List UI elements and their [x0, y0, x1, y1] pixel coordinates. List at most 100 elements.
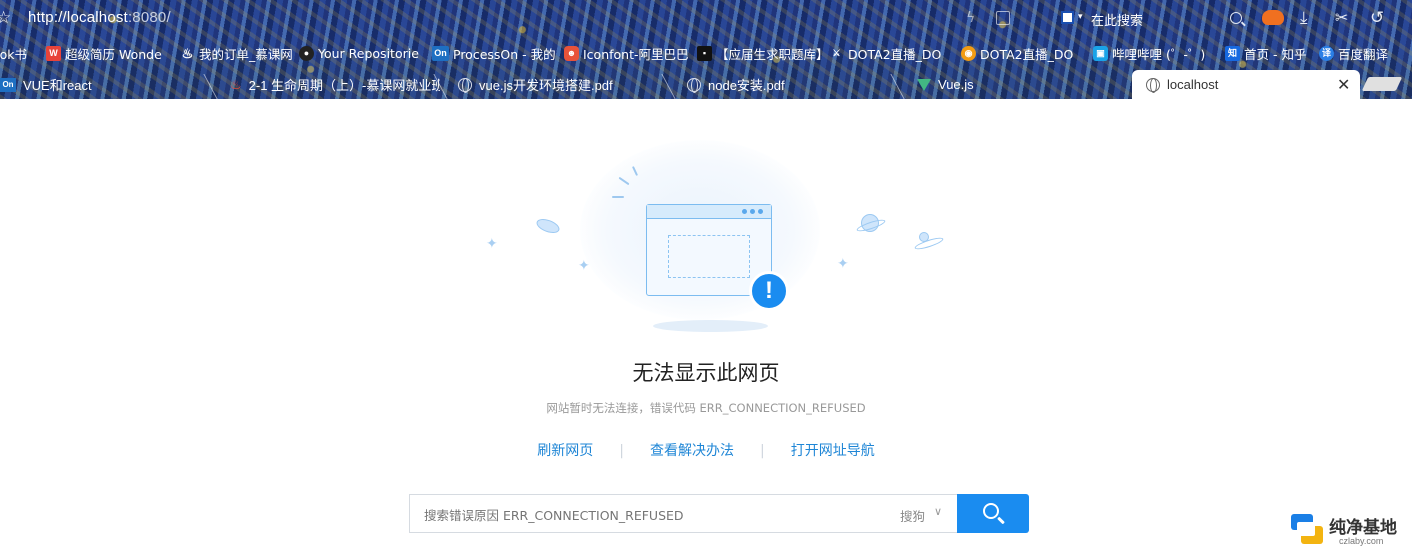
globe-icon — [687, 77, 701, 93]
globe-icon — [458, 77, 472, 93]
bookmark-item[interactable]: ▣ 哔哩哔哩 (゜-゜) — [1093, 43, 1205, 63]
processon-icon: On — [0, 77, 16, 92]
processon-icon: On — [432, 45, 449, 61]
tab-label: VUE和react — [23, 78, 92, 93]
wonderland-icon: W — [46, 45, 61, 61]
bookmark-item[interactable]: ◉ DOTA2直播_DO — [961, 43, 1073, 63]
bookmark-label: DOTA2直播_DO — [980, 46, 1074, 62]
bilibili-icon: ▣ — [1093, 45, 1108, 61]
tab-label: vue.js开发环境搭建.pdf — [479, 78, 613, 93]
dot — [758, 209, 763, 214]
error-actions: 刷新网页 | 查看解决办法 | 打开网址导航 — [0, 440, 1412, 460]
bookmark-label: 哔哩哔哩 (゜-゜) — [1112, 46, 1206, 62]
window-placeholder — [668, 235, 750, 278]
tab-localhost[interactable]: localhost — [1132, 70, 1360, 99]
bolt-icon[interactable]: ϟ — [966, 10, 978, 28]
search-engine-select[interactable]: 搜狗 — [900, 506, 925, 525]
sparkle-icon: ✦ — [486, 236, 498, 252]
sparkle-icon: ✦ — [837, 256, 849, 272]
comet-icon — [919, 232, 929, 242]
dota-icon: ⚔ — [832, 47, 841, 58]
scissors-icon[interactable]: ✂ — [1335, 8, 1348, 27]
bookmark-label: 我的订单_慕课网 — [199, 46, 293, 62]
download-icon[interactable]: ⤓ — [1300, 8, 1308, 28]
nav-link[interactable]: 打开网址导航 — [791, 440, 875, 460]
exclamation-icon: ! — [749, 271, 789, 311]
search-engine-icon[interactable] — [1061, 11, 1074, 24]
flame-icon: ♨ — [181, 45, 194, 61]
motion-line — [612, 196, 624, 198]
undo-icon[interactable]: ↺ — [1370, 8, 1384, 28]
error-title: 无法显示此网页 — [632, 361, 780, 385]
github-icon: ● — [299, 45, 314, 61]
tab-node-pdf[interactable]: node安装.pdf — [687, 70, 897, 99]
bookmark-label: 超级简历 Wonde — [65, 46, 162, 62]
bookmark-item[interactable]: 知首页 - 知乎 — [1225, 43, 1306, 63]
watermark: 纯净基地 czlaby.com — [1291, 512, 1412, 552]
baidu-translate-icon: 译 — [1319, 45, 1334, 61]
search-icon — [983, 503, 999, 519]
divider: | — [619, 443, 624, 459]
address-bar[interactable]: ☆ http://localhost:8080/ ϟ ▾ 在此搜索 ⤓ ✂ ↺ — [0, 0, 1412, 38]
tab-vue-react[interactable]: On VUE和react — [0, 70, 215, 99]
watermark-url: czlaby.com — [1339, 536, 1384, 546]
planet-icon — [861, 214, 879, 232]
tab-label: node安装.pdf — [708, 78, 785, 93]
url-port[interactable]: :8080/ — [128, 9, 171, 26]
flame-icon: ♨ — [230, 76, 242, 92]
bookmark-item[interactable]: W 超级简历 Wonde — [46, 43, 162, 63]
share-icon[interactable] — [996, 11, 1010, 25]
tab-vue-env-pdf[interactable]: vue.js开发环境搭建.pdf — [458, 70, 668, 99]
bookmark-label: 百度翻译 — [1338, 46, 1389, 62]
bookmark-label: 【应届生求职题库】 — [716, 46, 829, 62]
zhihu-icon: 知 — [1225, 45, 1240, 61]
dot — [742, 209, 747, 214]
tab-vuejs[interactable]: Vue.js — [917, 70, 1117, 99]
error-subtitle: 网站暂时无法连接，错误代码 ERR_CONNECTION_REFUSED — [546, 401, 866, 415]
bookmark-label: ProcessOn - 我的 — [453, 46, 556, 62]
bookmark-item[interactable]: On ProcessOn - 我的 — [432, 43, 556, 63]
error-illustration: ! ✦ ✦ ✦ — [470, 140, 950, 340]
new-tab-button[interactable] — [1361, 77, 1403, 91]
ufo-icon — [534, 216, 562, 236]
bookmark-label: Iconfont-阿里巴巴 — [583, 46, 689, 62]
watermark-logo — [1291, 514, 1325, 546]
tab-strip: On VUE和react ♨ 2-1 生命周期（上）-慕课网就业班 vue.js开发… — [0, 70, 1412, 99]
bookmark-item[interactable]: 译百度翻译 — [1319, 43, 1388, 63]
tab-label: 2-1 生命周期（上）-慕课网就业班 — [248, 78, 440, 93]
search-button[interactable] — [957, 494, 1029, 533]
refresh-link[interactable]: 刷新网页 — [537, 440, 593, 460]
illustration-shadow — [653, 320, 768, 332]
bookmark-item[interactable]: ook书 — [0, 43, 27, 63]
toolbar-search-field[interactable]: 在此搜索 — [1091, 10, 1143, 29]
game-icon[interactable] — [1262, 10, 1284, 25]
bookmark-item[interactable]: ● Your Repositorie — [299, 43, 419, 63]
watermark-title: 纯净基地 — [1329, 518, 1397, 538]
tab-label: localhost — [1167, 77, 1219, 92]
window-titlebar — [647, 205, 771, 219]
douyu-icon: ◉ — [961, 45, 976, 61]
solutions-link[interactable]: 查看解决办法 — [650, 440, 734, 460]
error-search-input[interactable] — [424, 506, 864, 524]
star-icon[interactable]: ☆ — [0, 8, 11, 28]
chevron-down-icon[interactable]: ▾ — [1078, 12, 1083, 22]
globe-icon — [1146, 77, 1160, 93]
sparkle-icon: ✦ — [578, 258, 590, 274]
close-tab-icon[interactable]: ✕ — [1337, 75, 1350, 94]
bookmark-label: 首页 - 知乎 — [1244, 46, 1307, 62]
bookmark-item[interactable]: ▪ 【应届生求职题库】 — [697, 43, 829, 63]
vue-logo-icon — [917, 78, 931, 91]
bookmark-label: ook书 — [0, 46, 28, 62]
bookmark-item[interactable]: ⚔ DOTA2直播_DO — [829, 43, 941, 63]
bookmark-item[interactable]: ☻ Iconfont-阿里巴巴 — [564, 43, 689, 63]
chevron-down-icon[interactable]: ∨ — [934, 505, 942, 518]
search-icon[interactable] — [1230, 12, 1242, 24]
tab-lifecycle[interactable]: ♨ 2-1 生命周期（上）-慕课网就业班 — [230, 70, 440, 99]
iconfont-icon: ☻ — [564, 45, 579, 61]
bookmarks-bar: ook书 W超级简历 Wonde ♨ 我的订单_慕课网 ●Your Reposit… — [0, 40, 1412, 66]
url-text[interactable]: http://localhost:8080/ — [28, 9, 171, 26]
error-search-box[interactable]: 搜狗 ∨ — [409, 494, 958, 533]
url-host[interactable]: http://localhost — [28, 9, 128, 26]
bookmark-item[interactable]: ♨ 我的订单_慕课网 — [180, 43, 293, 63]
tab-label: Vue.js — [938, 77, 974, 92]
